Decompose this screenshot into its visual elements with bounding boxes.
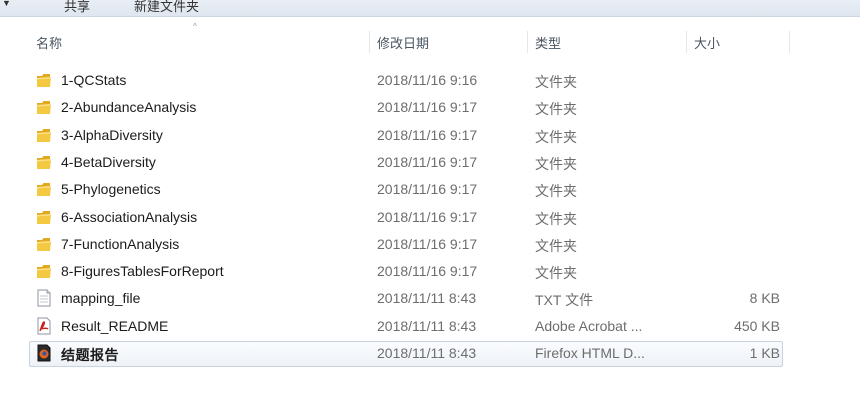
file-modified-date: 2018/11/11 8:43 — [377, 317, 477, 334]
column-divider[interactable] — [527, 31, 528, 53]
file-name: Result_README — [61, 317, 169, 334]
folder-row[interactable]: 4-BetaDiversity 2018/11/16 9:17 文件夹 — [0, 149, 860, 175]
file-modified-date: 2018/11/16 9:17 — [377, 153, 478, 170]
file-row[interactable]: 结题报告 2018/11/11 8:43 Firefox HTML D... 1 KB — [0, 340, 860, 367]
pdf-file-icon — [36, 317, 52, 335]
file-modified-date: 2018/11/11 8:43 — [377, 290, 477, 307]
file-modified-date: 2018/11/16 9:17 — [377, 235, 478, 252]
folder-icon — [36, 180, 52, 198]
folder-icon — [36, 153, 52, 171]
column-header-modified[interactable]: 修改日期 — [377, 33, 429, 52]
sort-indicator-icon: ^ — [193, 22, 197, 31]
folder-row[interactable]: 3-AlphaDiversity 2018/11/16 9:17 文件夹 — [0, 122, 860, 148]
folder-row[interactable]: 6-AssociationAnalysis 2018/11/16 9:17 文件夹 — [0, 204, 860, 230]
file-modified-date: 2018/11/16 9:17 — [377, 99, 478, 116]
folder-row[interactable]: 8-FiguresTablesForReport 2018/11/16 9:17 文… — [0, 258, 860, 284]
share-button[interactable]: 共享 — [64, 0, 90, 15]
folder-icon — [36, 208, 52, 226]
folder-icon — [36, 126, 52, 144]
file-name: 3-AlphaDiversity — [61, 126, 163, 143]
file-name: 1-QCStats — [61, 72, 127, 88]
file-type: Adobe Acrobat ... — [535, 317, 643, 334]
file-name: 2-AbundanceAnalysis — [61, 99, 197, 116]
new-folder-button[interactable]: 新建文件夹 — [134, 0, 199, 15]
folder-row[interactable]: 1-QCStats 2018/11/16 9:16 文件夹 — [0, 67, 860, 93]
file-modified-date: 2018/11/16 9:17 — [377, 208, 478, 225]
file-name: 5-Phylogenetics — [61, 181, 161, 198]
file-size: 1 KB — [749, 345, 780, 361]
file-type: 文件夹 — [535, 155, 577, 172]
file-name: 结题报告 — [61, 347, 119, 363]
file-type: TXT 文件 — [535, 292, 594, 309]
file-name: 7-FunctionAnalysis — [61, 235, 180, 252]
folder-icon — [36, 71, 52, 89]
file-modified-date: 2018/11/11 8:43 — [377, 345, 477, 361]
file-size: 8 KB — [749, 290, 780, 307]
toolbar: ▼ 共享 新建文件夹 — [0, 0, 860, 17]
folder-row[interactable]: 5-Phylogenetics 2018/11/16 9:17 文件夹 — [0, 176, 860, 202]
folder-icon — [36, 262, 52, 280]
file-name: 6-AssociationAnalysis — [61, 208, 198, 225]
file-modified-date: 2018/11/16 9:16 — [377, 72, 478, 88]
column-divider[interactable] — [369, 31, 370, 53]
folder-icon — [36, 98, 52, 116]
file-name: mapping_file — [61, 290, 141, 307]
file-modified-date: 2018/11/16 9:17 — [377, 181, 478, 198]
column-header-type[interactable]: 类型 — [535, 33, 561, 52]
file-type: 文件夹 — [535, 183, 577, 200]
file-size: 450 KB — [734, 317, 780, 334]
file-name: 8-FiguresTablesForReport — [61, 263, 224, 280]
file-type: 文件夹 — [535, 237, 577, 254]
file-modified-date: 2018/11/16 9:17 — [377, 126, 478, 143]
column-header-size[interactable]: 大小 — [694, 33, 720, 52]
html-file-icon — [36, 344, 52, 362]
column-divider[interactable] — [789, 31, 790, 53]
file-type: 文件夹 — [535, 210, 577, 227]
column-divider[interactable] — [686, 31, 687, 53]
file-type: 文件夹 — [535, 265, 577, 282]
text-file-icon — [36, 289, 52, 307]
file-type: Firefox HTML D... — [535, 345, 645, 361]
file-row[interactable]: mapping_file 2018/11/11 8:43 TXT 文件 8 KB — [0, 285, 860, 311]
folder-icon — [36, 235, 52, 253]
file-type: 文件夹 — [535, 74, 577, 90]
column-header: ^ 名称 修改日期 类型 大小 — [0, 17, 860, 53]
file-type: 文件夹 — [535, 128, 577, 145]
folder-row[interactable]: 2-AbundanceAnalysis 2018/11/16 9:17 文件夹 — [0, 94, 860, 120]
file-modified-date: 2018/11/16 9:17 — [377, 263, 478, 280]
file-type: 文件夹 — [535, 101, 577, 118]
chevron-down-icon[interactable]: ▼ — [2, 0, 11, 8]
file-name: 4-BetaDiversity — [61, 153, 156, 170]
folder-row[interactable]: 7-FunctionAnalysis 2018/11/16 9:17 文件夹 — [0, 231, 860, 257]
column-header-name[interactable]: 名称 — [36, 33, 62, 52]
file-row[interactable]: Result_README 2018/11/11 8:43 Adobe Acroba… — [0, 313, 860, 339]
